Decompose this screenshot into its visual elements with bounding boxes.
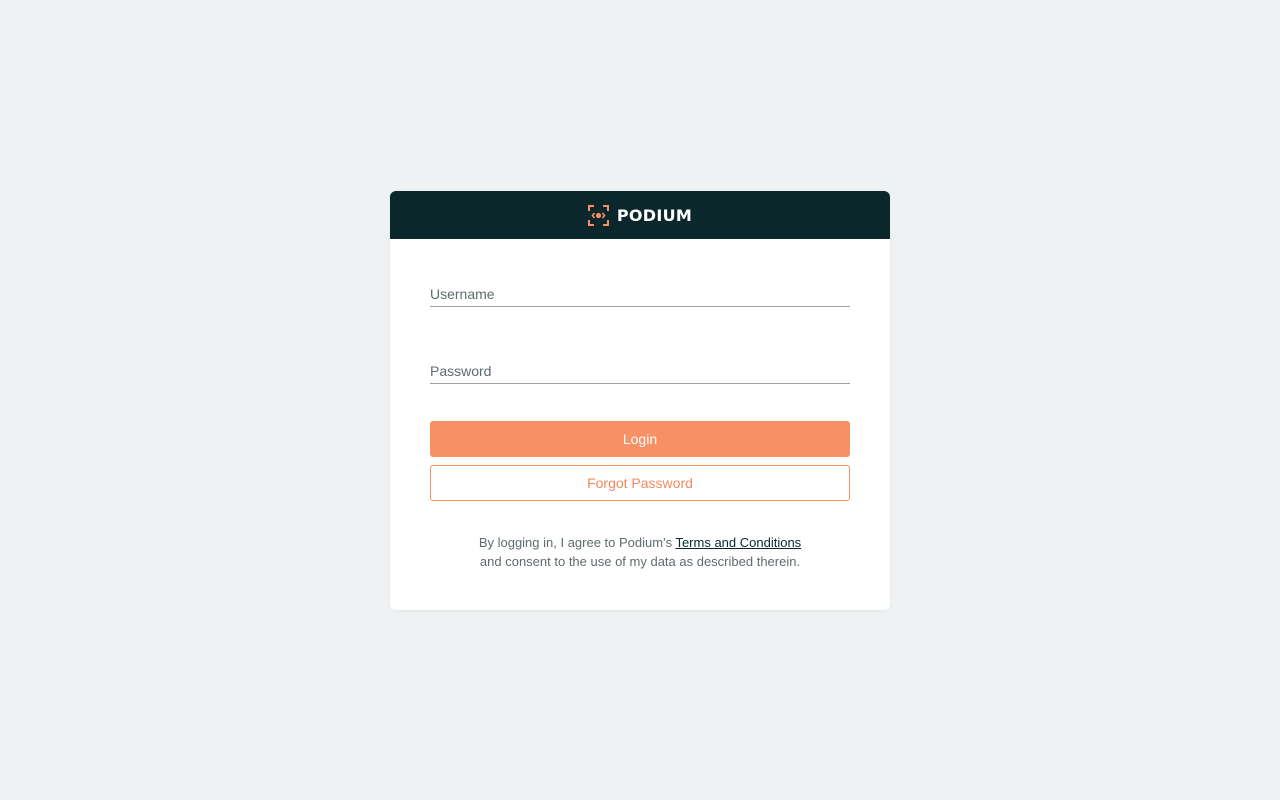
card-header: PODIUM [390, 191, 890, 239]
password-input[interactable] [430, 363, 850, 379]
terms-link[interactable]: Terms and Conditions [675, 535, 801, 550]
legal-line-1: By logging in, I agree to Podium's Terms… [430, 533, 850, 552]
legal-line-2: and consent to the use of my data as des… [479, 554, 801, 569]
login-page: PODIUM Login Forgot Password By logging … [0, 0, 1280, 800]
username-field [430, 278, 850, 307]
podium-logo-icon [587, 204, 609, 226]
brand: PODIUM [587, 204, 693, 226]
legal-notice: By logging in, I agree to Podium's Terms… [430, 533, 850, 571]
card-body: Login Forgot Password By logging in, I a… [390, 278, 890, 571]
brand-name: PODIUM [616, 205, 693, 225]
password-field [430, 355, 850, 384]
forgot-password-button[interactable]: Forgot Password [430, 465, 850, 501]
legal-prefix: By logging in, I agree to Podium's [478, 535, 676, 550]
username-input[interactable] [430, 286, 850, 302]
login-button[interactable]: Login [430, 421, 850, 457]
login-card: PODIUM Login Forgot Password By logging … [390, 191, 890, 610]
